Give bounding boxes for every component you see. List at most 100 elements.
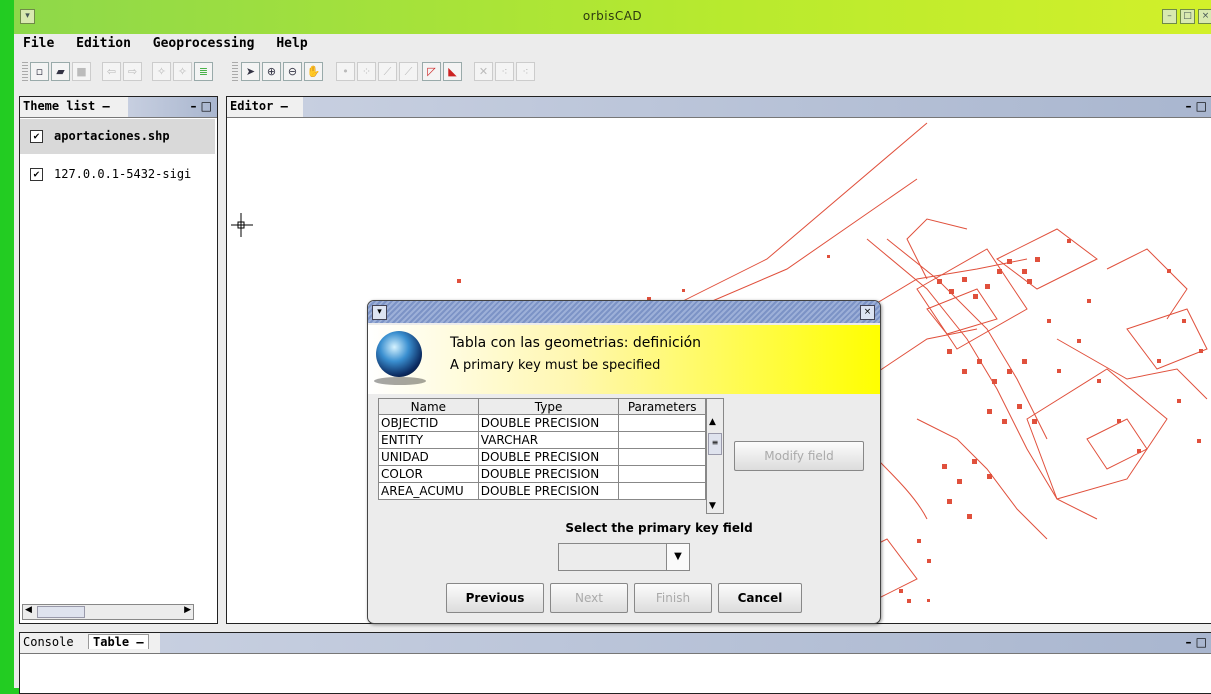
tab-table-label: Table: [93, 635, 130, 649]
tab-console[interactable]: Console: [23, 635, 74, 649]
panel-controls-icon[interactable]: – □: [1185, 635, 1207, 649]
scroll-thumb[interactable]: ≡: [708, 433, 722, 455]
column-header-parameters[interactable]: Parameters: [618, 398, 706, 415]
dialog-heading: Tabla con las geometrias: definición: [450, 335, 702, 351]
finish-button[interactable]: Finish: [634, 583, 712, 613]
polygon-icon[interactable]: ◸: [422, 62, 441, 81]
cell-params[interactable]: [618, 482, 706, 500]
cell-name[interactable]: COLOR: [378, 465, 479, 483]
cell-params[interactable]: [618, 465, 706, 483]
zoom-out-icon[interactable]: ⊖: [283, 62, 302, 81]
layers-icon[interactable]: ≣: [194, 62, 213, 81]
toolbar: ▫ ▰ ■ ⇦ ⇨ ✧ ✧ ≣ ➤ ⊕ ⊖ ✋ • ⁘ ⟋ ⟋ ◸ ◣ ✕ ⁖ …: [22, 59, 682, 83]
layer-checkbox[interactable]: ✔: [30, 167, 43, 181]
primary-key-select[interactable]: ▼: [558, 543, 690, 571]
minimize-icon[interactable]: –: [1162, 9, 1177, 24]
cell-params[interactable]: [618, 431, 706, 449]
cell-type[interactable]: VARCHAR: [477, 431, 620, 449]
table-row[interactable]: OBJECTID DOUBLE PRECISION: [378, 414, 706, 432]
pk-label: Select the primary key field: [565, 521, 753, 535]
select-arrow-icon[interactable]: ➤: [241, 62, 260, 81]
cell-name[interactable]: UNIDAD: [378, 448, 479, 466]
cell-type[interactable]: DOUBLE PRECISION: [477, 482, 620, 500]
cell-type[interactable]: DOUBLE PRECISION: [477, 414, 620, 432]
delete-icon[interactable]: ✕: [474, 62, 493, 81]
cell-params[interactable]: [618, 414, 706, 432]
cell-type[interactable]: DOUBLE PRECISION: [477, 448, 620, 466]
bottom-panel-header: Console Table – – □: [20, 633, 1211, 654]
table-row[interactable]: AREA_ACUMU DOUBLE PRECISION: [378, 482, 706, 500]
cell-name[interactable]: AREA_ACUMU: [378, 482, 479, 500]
menu-file[interactable]: File: [23, 36, 54, 51]
theme-list-header: Theme list – – □: [20, 97, 217, 118]
editor-header: Editor – – □: [227, 97, 1211, 118]
remove-layer-icon[interactable]: ✧: [173, 62, 192, 81]
scroll-up-icon[interactable]: ▲: [709, 417, 716, 427]
theme-list-title-text: Theme list: [23, 99, 96, 113]
table-row[interactable]: COLOR DOUBLE PRECISION: [378, 465, 706, 483]
theme-item-aportaciones[interactable]: ✔ aportaciones.shp: [22, 121, 170, 151]
new-icon[interactable]: ▫: [30, 62, 49, 81]
multipoint-icon[interactable]: ⁘: [357, 62, 376, 81]
bottom-panel: Console Table – – □: [19, 632, 1211, 694]
scroll-thumb[interactable]: [37, 606, 85, 618]
cell-type[interactable]: DOUBLE PRECISION: [477, 465, 620, 483]
open-folder-icon[interactable]: ▰: [51, 62, 70, 81]
editor-title[interactable]: Editor –: [230, 99, 288, 113]
forward-icon[interactable]: ⇨: [123, 62, 142, 81]
add-layer-icon[interactable]: ✧: [152, 62, 171, 81]
orb-icon: [376, 331, 422, 377]
table-row[interactable]: UNIDAD DOUBLE PRECISION: [378, 448, 706, 466]
scroll-left-icon[interactable]: ◀: [25, 605, 32, 615]
dialog-subheading: A primary key must be specified: [450, 358, 661, 373]
table-definition-dialog: ▾ × Tabla con las geometrias: definición…: [367, 300, 881, 624]
title-bar[interactable]: ▾ orbisCAD – □ ×: [14, 0, 1211, 34]
horizontal-scrollbar[interactable]: ◀ ▶: [22, 604, 194, 620]
save-icon[interactable]: ■: [72, 62, 91, 81]
point-icon[interactable]: •: [336, 62, 355, 81]
main-window: ▾ orbisCAD – □ × File Edition Geoprocess…: [14, 0, 1211, 694]
next-button[interactable]: Next: [550, 583, 628, 613]
menu-bar: File Edition Geoprocessing Help: [14, 36, 1211, 54]
close-icon[interactable]: ×: [1198, 9, 1211, 24]
tab-table[interactable]: Table –: [88, 634, 149, 649]
dialog-menu-icon[interactable]: ▾: [372, 305, 387, 320]
panel-controls-icon[interactable]: – □: [190, 99, 212, 113]
theme-item-postgis[interactable]: ✔ 127.0.0.1-5432-sigi: [22, 159, 191, 189]
vertex-icon[interactable]: ⁖: [495, 62, 514, 81]
menu-geoprocessing[interactable]: Geoprocessing: [153, 36, 255, 51]
menu-edition[interactable]: Edition: [76, 36, 131, 51]
multipolygon-icon[interactable]: ◣: [443, 62, 462, 81]
cancel-button[interactable]: Cancel: [718, 583, 802, 613]
previous-button[interactable]: Previous: [446, 583, 544, 613]
scroll-down-icon[interactable]: ▼: [709, 501, 716, 511]
back-icon[interactable]: ⇦: [102, 62, 121, 81]
line-icon[interactable]: ⟋: [378, 62, 397, 81]
table-row[interactable]: ENTITY VARCHAR: [378, 431, 706, 449]
crosshair-icon: [231, 213, 253, 237]
pan-hand-icon[interactable]: ✋: [304, 62, 323, 81]
cell-name[interactable]: OBJECTID: [378, 414, 479, 432]
multiline-icon[interactable]: ⟋: [399, 62, 418, 81]
dialog-title-bar[interactable]: ▾ ×: [368, 301, 880, 323]
theme-list-title[interactable]: Theme list –: [23, 99, 110, 113]
panel-controls-icon[interactable]: – □: [1185, 99, 1207, 113]
zoom-in-icon[interactable]: ⊕: [262, 62, 281, 81]
dialog-close-icon[interactable]: ×: [860, 305, 875, 320]
table-scrollbar[interactable]: ▲ ≡ ▼: [706, 398, 724, 514]
move-vertex-icon[interactable]: ⁖: [516, 62, 535, 81]
maximize-icon[interactable]: □: [1180, 9, 1195, 24]
chevron-down-icon[interactable]: ▼: [666, 544, 689, 570]
theme-list-panel: Theme list – – □ ✔ aportaciones.shp ✔ 12…: [19, 96, 218, 624]
editor-title-text: Editor: [230, 99, 274, 113]
cell-name[interactable]: ENTITY: [378, 431, 479, 449]
column-header-name[interactable]: Name: [378, 398, 479, 415]
theme-item-label: 127.0.0.1-5432-sigi: [54, 167, 192, 181]
layer-checkbox[interactable]: ✔: [30, 129, 43, 143]
fields-table: Name Type Parameters OBJECTID DOUBLE PRE…: [378, 398, 706, 500]
modify-field-button[interactable]: Modify field: [734, 441, 864, 471]
column-header-type[interactable]: Type: [477, 398, 620, 415]
cell-params[interactable]: [618, 448, 706, 466]
menu-help[interactable]: Help: [276, 36, 307, 51]
scroll-right-icon[interactable]: ▶: [184, 605, 191, 615]
